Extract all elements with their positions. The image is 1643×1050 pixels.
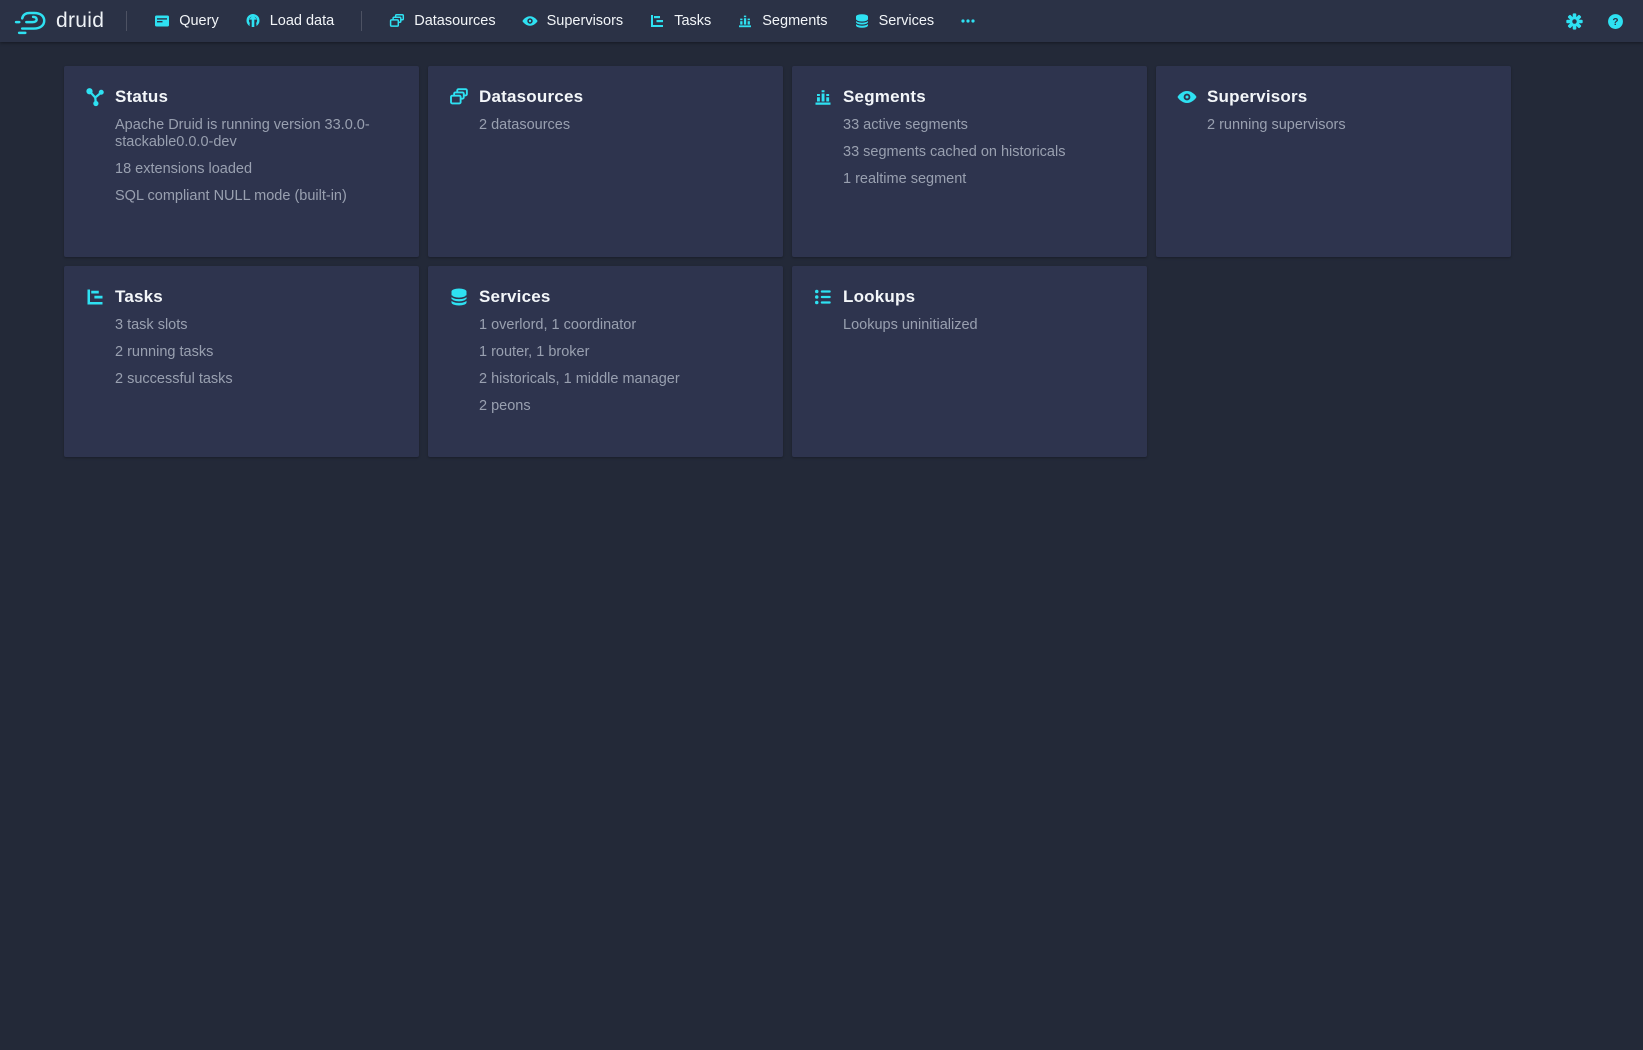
card-body: Apache Druid is running version 33.0.0-s… — [115, 117, 395, 205]
card-body: Lookups uninitialized — [843, 317, 1123, 334]
nav-item-tasks[interactable]: Tasks — [636, 0, 724, 42]
home-card-grid: Status Apache Druid is running version 3… — [64, 66, 1643, 457]
nav-item-services[interactable]: Services — [841, 0, 948, 42]
lookups-status-text: Lookups uninitialized — [843, 317, 1123, 334]
segments-realtime-text: 1 realtime segment — [843, 171, 1123, 188]
navbar-divider — [361, 11, 362, 31]
card-title: Tasks — [115, 287, 163, 307]
multi-select-icon — [449, 87, 469, 107]
nav-item-label: Services — [879, 13, 935, 29]
navbar-left-group: druid Query Load data — [14, 0, 989, 42]
card-title: Lookups — [843, 287, 915, 307]
application-icon — [154, 13, 170, 29]
card-segments[interactable]: Segments 33 active segments 33 segments … — [792, 66, 1147, 257]
upload-icon — [245, 13, 261, 29]
card-body: 2 datasources — [479, 117, 759, 134]
graph-icon — [85, 87, 105, 107]
database-icon — [854, 13, 870, 29]
card-body: 1 overlord, 1 coordinator 1 router, 1 br… — [479, 317, 759, 415]
card-body: 2 running supervisors — [1207, 117, 1487, 134]
card-status[interactable]: Status Apache Druid is running version 3… — [64, 66, 419, 257]
stacked-chart-icon — [813, 87, 833, 107]
status-extensions-text: 18 extensions loaded — [115, 161, 395, 178]
nav-item-segments[interactable]: Segments — [724, 0, 840, 42]
card-supervisors[interactable]: Supervisors 2 running supervisors — [1156, 66, 1511, 257]
card-header: Status — [85, 87, 395, 107]
services-peons-text: 2 peons — [479, 398, 759, 415]
tasks-successful-text: 2 successful tasks — [115, 371, 395, 388]
druid-logo-icon — [14, 4, 48, 38]
card-title: Services — [479, 287, 551, 307]
druid-logo[interactable]: druid — [14, 4, 104, 38]
services-router-broker-text: 1 router, 1 broker — [479, 344, 759, 361]
nav-item-label: Supervisors — [547, 13, 624, 29]
stacked-chart-icon — [737, 13, 753, 29]
segments-active-text: 33 active segments — [843, 117, 1123, 134]
eye-open-icon — [1177, 87, 1197, 107]
navbar-divider — [126, 11, 127, 31]
multi-select-icon — [389, 13, 405, 29]
status-null-mode-text: SQL compliant NULL mode (built-in) — [115, 188, 395, 205]
card-header: Lookups — [813, 287, 1123, 307]
brand-wordmark: druid — [56, 9, 104, 33]
gantt-chart-icon — [85, 287, 105, 307]
card-services[interactable]: Services 1 overlord, 1 coordinator 1 rou… — [428, 266, 783, 457]
help-icon: ? — [1607, 13, 1624, 30]
nav-item-label: Load data — [270, 13, 335, 29]
card-title: Status — [115, 87, 168, 107]
eye-open-icon — [522, 13, 538, 29]
supervisors-count-text: 2 running supervisors — [1207, 117, 1487, 134]
card-datasources[interactable]: Datasources 2 datasources — [428, 66, 783, 257]
card-tasks[interactable]: Tasks 3 task slots 2 running tasks 2 suc… — [64, 266, 419, 457]
tasks-running-text: 2 running tasks — [115, 344, 395, 361]
card-lookups[interactable]: Lookups Lookups uninitialized — [792, 266, 1147, 457]
card-title: Datasources — [479, 87, 583, 107]
nav-item-label: Datasources — [414, 13, 495, 29]
nav-item-label: Query — [179, 13, 219, 29]
nav-item-query[interactable]: Query — [141, 0, 232, 42]
tasks-slots-text: 3 task slots — [115, 317, 395, 334]
segments-cached-text: 33 segments cached on historicals — [843, 144, 1123, 161]
navbar-right-group: ? — [1562, 9, 1627, 33]
top-navbar: druid Query Load data — [0, 0, 1643, 42]
nav-item-datasources[interactable]: Datasources — [376, 0, 508, 42]
card-body: 3 task slots 2 running tasks 2 successfu… — [115, 317, 395, 388]
settings-button[interactable] — [1562, 9, 1586, 33]
cog-icon — [1566, 13, 1583, 30]
card-header: Segments — [813, 87, 1123, 107]
nav-more-button[interactable] — [947, 0, 989, 42]
svg-text:?: ? — [1612, 17, 1618, 28]
properties-icon — [813, 287, 833, 307]
card-title: Supervisors — [1207, 87, 1307, 107]
status-version-text: Apache Druid is running version 33.0.0-s… — [115, 117, 395, 151]
nav-item-supervisors[interactable]: Supervisors — [509, 0, 637, 42]
more-icon — [960, 13, 976, 29]
gantt-chart-icon — [649, 13, 665, 29]
card-header: Services — [449, 287, 759, 307]
card-header: Datasources — [449, 87, 759, 107]
card-header: Tasks — [85, 287, 395, 307]
card-title: Segments — [843, 87, 926, 107]
card-body: 33 active segments 33 segments cached on… — [843, 117, 1123, 188]
services-overlord-coordinator-text: 1 overlord, 1 coordinator — [479, 317, 759, 334]
nav-item-label: Segments — [762, 13, 827, 29]
help-button[interactable]: ? — [1603, 9, 1627, 33]
card-header: Supervisors — [1177, 87, 1487, 107]
services-historicals-mm-text: 2 historicals, 1 middle manager — [479, 371, 759, 388]
datasources-count-text: 2 datasources — [479, 117, 759, 134]
database-icon — [449, 287, 469, 307]
nav-item-label: Tasks — [674, 13, 711, 29]
nav-item-load-data[interactable]: Load data — [232, 0, 348, 42]
